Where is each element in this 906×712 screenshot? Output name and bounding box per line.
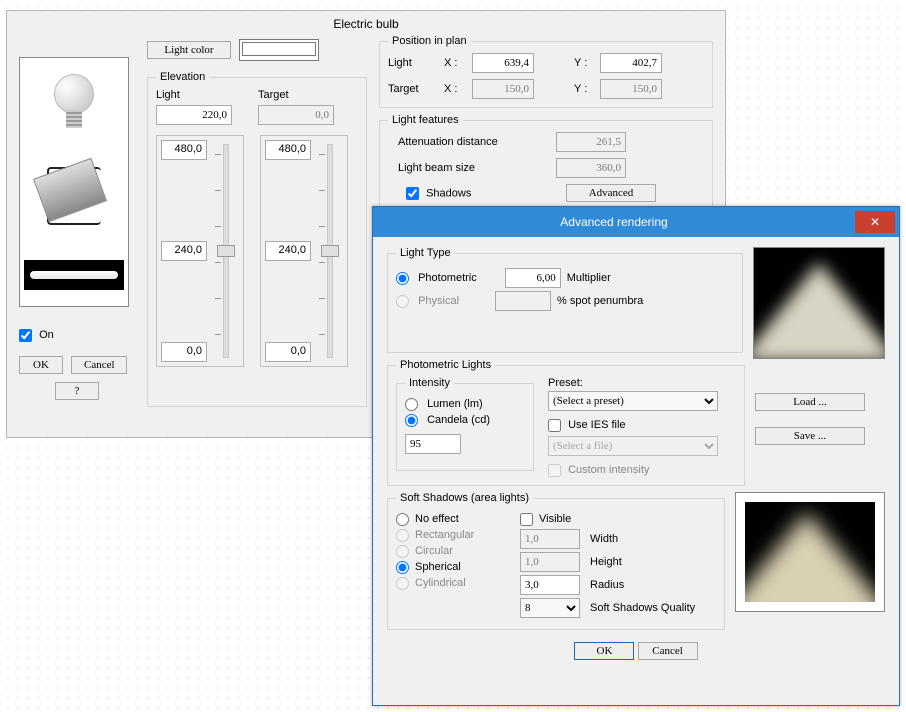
- help-button[interactable]: ?: [55, 382, 99, 400]
- custom-intensity-checkbox: Custom intensity: [548, 464, 649, 476]
- height-input: [520, 552, 580, 572]
- fluorescent-tube-icon: [24, 260, 124, 290]
- window-title: Electric bulb: [7, 15, 725, 35]
- position-target-x: [472, 79, 534, 99]
- use-ies-checkbox[interactable]: Use IES file: [548, 419, 626, 431]
- intensity-input[interactable]: [405, 434, 461, 454]
- candela-radio[interactable]: Candela (cd): [405, 414, 490, 427]
- ok-button[interactable]: OK: [19, 356, 63, 374]
- light-color-swatch[interactable]: [239, 39, 319, 61]
- elevation-light-slider[interactable]: 480,0 240,0 0,0: [156, 135, 244, 367]
- modal-cancel-button[interactable]: Cancel: [638, 642, 698, 660]
- elevation-target-input: [258, 105, 334, 125]
- light-type-group: Light Type Photometric Multiplier Physic…: [387, 247, 743, 353]
- advanced-button[interactable]: Advanced: [566, 184, 656, 202]
- ies-file-select: (Select a file): [548, 436, 718, 456]
- modal-ok-button[interactable]: OK: [574, 642, 634, 660]
- preset-select[interactable]: (Select a preset): [548, 391, 718, 411]
- light-features-group: Light features Attenuation distance Ligh…: [379, 114, 713, 211]
- position-light-y[interactable]: [600, 53, 662, 73]
- rectangular-radio: Rectangular: [396, 529, 474, 542]
- elevation-group: Elevation Light Target 480,0 240,0: [147, 71, 367, 407]
- shadows-checkbox[interactable]: Shadows: [406, 187, 471, 200]
- dialog-title: Advanced rendering: [373, 215, 855, 229]
- light-preview-1: [753, 247, 885, 359]
- position-target-y: [600, 79, 662, 99]
- light-preview-2: [735, 492, 885, 612]
- position-light-x[interactable]: [472, 53, 534, 73]
- close-button[interactable]: ✕: [855, 211, 895, 233]
- on-checkbox[interactable]: On: [19, 329, 54, 341]
- multiplier-input[interactable]: [505, 268, 561, 288]
- noeffect-radio[interactable]: No effect: [396, 513, 459, 526]
- width-input: [520, 529, 580, 549]
- quality-select[interactable]: 8: [520, 598, 580, 618]
- light-previews: [19, 57, 129, 307]
- elevation-light-input[interactable]: [156, 105, 232, 125]
- spherical-radio[interactable]: Spherical: [396, 561, 461, 574]
- soft-shadows-group: Soft Shadows (area lights) No effect Rec…: [387, 492, 725, 630]
- light-color-button[interactable]: Light color: [147, 41, 231, 59]
- position-group: Position in plan Light X : Y : Target X …: [379, 35, 713, 108]
- lumen-radio[interactable]: Lumen (lm): [405, 398, 483, 411]
- elevation-target-slider[interactable]: 480,0 240,0 0,0: [260, 135, 348, 367]
- incandescent-bulb-icon: [54, 74, 94, 134]
- titlebar[interactable]: Advanced rendering ✕: [373, 207, 899, 237]
- physical-radio: Physical: [396, 295, 459, 308]
- circular-radio: Circular: [396, 545, 453, 558]
- attenuation-distance: [556, 132, 626, 152]
- intensity-group: Intensity Lumen (lm) Candela (cd): [396, 377, 534, 471]
- close-icon: ✕: [870, 215, 880, 229]
- cancel-button[interactable]: Cancel: [71, 356, 127, 374]
- radius-input[interactable]: [520, 575, 580, 595]
- advanced-rendering-dialog: Advanced rendering ✕ Light Type Photomet…: [372, 206, 900, 706]
- photometric-lights-group: Photometric Lights Intensity Lumen (lm): [387, 359, 745, 486]
- save-button[interactable]: Save ...: [755, 427, 865, 445]
- penumbra-input: [495, 291, 551, 311]
- load-button[interactable]: Load ...: [755, 393, 865, 411]
- beam-size: [556, 158, 626, 178]
- visible-checkbox[interactable]: Visible: [520, 513, 571, 526]
- photometric-radio[interactable]: Photometric: [396, 272, 477, 285]
- cylindrical-radio: Cylindrical: [396, 577, 466, 590]
- par-can-light-icon: [39, 167, 109, 227]
